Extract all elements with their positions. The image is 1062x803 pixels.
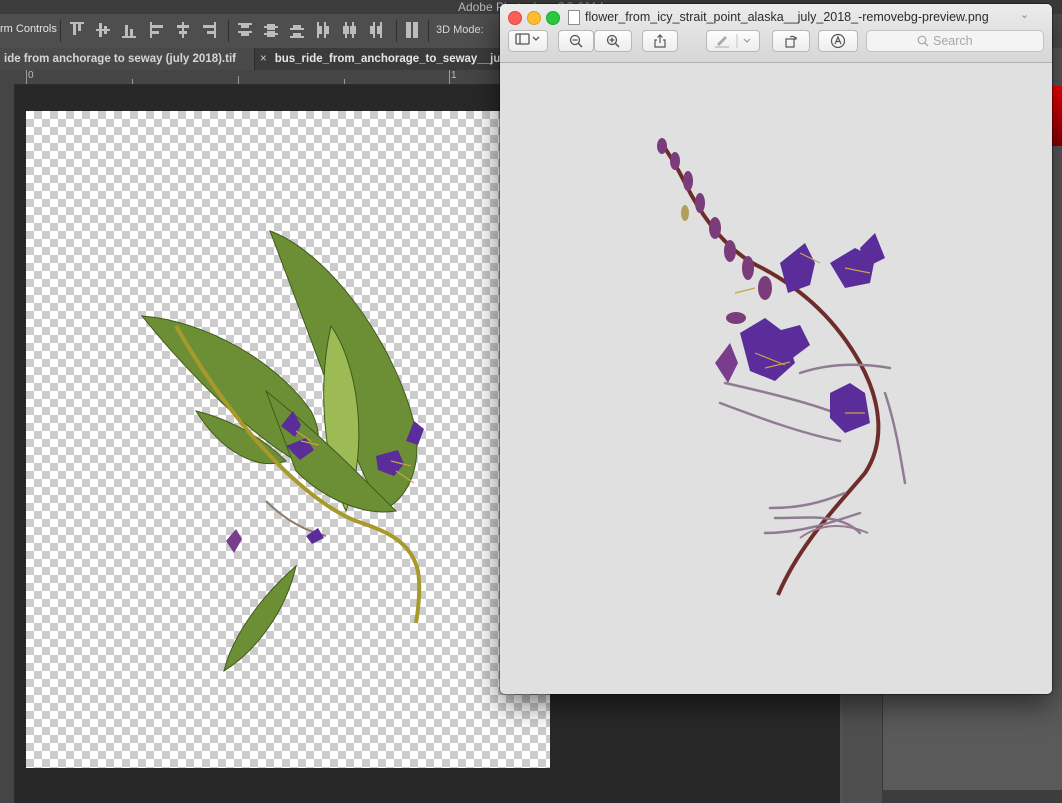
3d-mode-label: 3D Mode: bbox=[436, 24, 484, 36]
flower-image bbox=[657, 138, 907, 596]
separator bbox=[428, 20, 429, 42]
annotate-icon bbox=[830, 33, 846, 49]
layers-panel-footer bbox=[882, 790, 1062, 803]
close-icon[interactable]: × bbox=[260, 53, 267, 65]
zoom-in-icon bbox=[606, 34, 620, 48]
ruler-one-label: 1 bbox=[451, 70, 457, 81]
document-icon bbox=[568, 10, 580, 25]
bud bbox=[758, 276, 772, 300]
vertical-ruler[interactable] bbox=[0, 84, 15, 803]
auto-align-layers-icon[interactable] bbox=[406, 22, 420, 38]
bud bbox=[726, 312, 746, 324]
photoshop-canvas[interactable] bbox=[26, 111, 550, 768]
separator bbox=[60, 20, 61, 42]
preview-window: flower_from_icy_strait_point_alaska__jul… bbox=[500, 4, 1052, 694]
bud bbox=[670, 152, 680, 170]
bud bbox=[226, 529, 242, 553]
search-field[interactable]: Search bbox=[866, 30, 1044, 52]
minimize-window-button[interactable] bbox=[527, 11, 541, 25]
share-icon bbox=[654, 34, 666, 48]
zoom-out-icon bbox=[569, 34, 583, 48]
sidebar-icon bbox=[515, 33, 540, 45]
markup-button[interactable] bbox=[706, 30, 760, 52]
bud bbox=[681, 205, 689, 221]
align-right-edges-icon[interactable] bbox=[202, 22, 216, 38]
ruler-tick bbox=[26, 70, 27, 84]
tab-document-2[interactable]: × bus_ride_from_anchorage_to_seway__ju bbox=[256, 48, 510, 70]
distribute-horizontal-centers-icon[interactable] bbox=[342, 22, 356, 38]
rotate-button[interactable] bbox=[772, 30, 810, 52]
rotate-icon bbox=[785, 35, 797, 48]
ruler-tick bbox=[132, 79, 133, 84]
flower bbox=[780, 243, 815, 293]
flower bbox=[860, 233, 885, 268]
bud bbox=[657, 138, 667, 154]
leaf-artwork bbox=[140, 230, 424, 673]
transform-controls-label[interactable]: rm Controls bbox=[0, 23, 57, 35]
zoom-out-button[interactable] bbox=[558, 30, 594, 52]
flower bbox=[715, 343, 738, 383]
align-horizontal-centers-icon[interactable] bbox=[176, 22, 190, 38]
distribute-vertical-centers-icon[interactable] bbox=[264, 22, 278, 38]
sidebar-button[interactable] bbox=[508, 30, 548, 52]
distribute-bottom-edges-icon[interactable] bbox=[290, 22, 304, 38]
align-left-edges-icon[interactable] bbox=[150, 22, 164, 38]
zoom-in-button[interactable] bbox=[594, 30, 632, 52]
chevron-down-icon[interactable]: ⌄ bbox=[1020, 8, 1029, 21]
ruler-zero-label: 0 bbox=[28, 70, 34, 81]
zoom-window-button[interactable] bbox=[546, 11, 560, 25]
align-bottom-edges-icon[interactable] bbox=[122, 22, 136, 38]
leaf bbox=[223, 564, 297, 673]
annotate-button[interactable] bbox=[818, 30, 858, 52]
distribute-left-edges-icon[interactable] bbox=[316, 22, 330, 38]
distribute-top-edges-icon[interactable] bbox=[238, 22, 252, 38]
separator bbox=[228, 20, 229, 42]
ruler-tick bbox=[238, 76, 239, 84]
align-top-edges-icon[interactable] bbox=[70, 22, 84, 38]
tab-label: bus_ride_from_anchorage_to_seway__ju bbox=[274, 53, 501, 65]
flower bbox=[830, 383, 870, 433]
bud bbox=[695, 193, 705, 213]
align-vertical-centers-icon[interactable] bbox=[96, 22, 110, 38]
bud bbox=[683, 171, 693, 191]
separator bbox=[396, 20, 397, 42]
tab-label: ide from anchorage to seway (july 2018).… bbox=[4, 53, 236, 65]
markup-pen-icon bbox=[715, 34, 751, 48]
ruler-tick bbox=[449, 70, 450, 84]
bud bbox=[709, 217, 721, 239]
share-button[interactable] bbox=[642, 30, 678, 52]
preview-titlebar[interactable]: flower_from_icy_strait_point_alaska__jul… bbox=[500, 4, 1052, 63]
distribute-right-edges-icon[interactable] bbox=[368, 22, 382, 38]
ruler-tick bbox=[344, 79, 345, 84]
search-icon bbox=[917, 35, 929, 47]
window-title: flower_from_icy_strait_point_alaska__jul… bbox=[585, 10, 989, 24]
search-placeholder: Search bbox=[933, 34, 973, 48]
tab-document-1[interactable]: ide from anchorage to seway (july 2018).… bbox=[0, 48, 255, 70]
bud bbox=[724, 240, 736, 262]
bud bbox=[742, 256, 754, 280]
close-window-button[interactable] bbox=[508, 11, 522, 25]
preview-image-area[interactable] bbox=[500, 63, 1052, 694]
